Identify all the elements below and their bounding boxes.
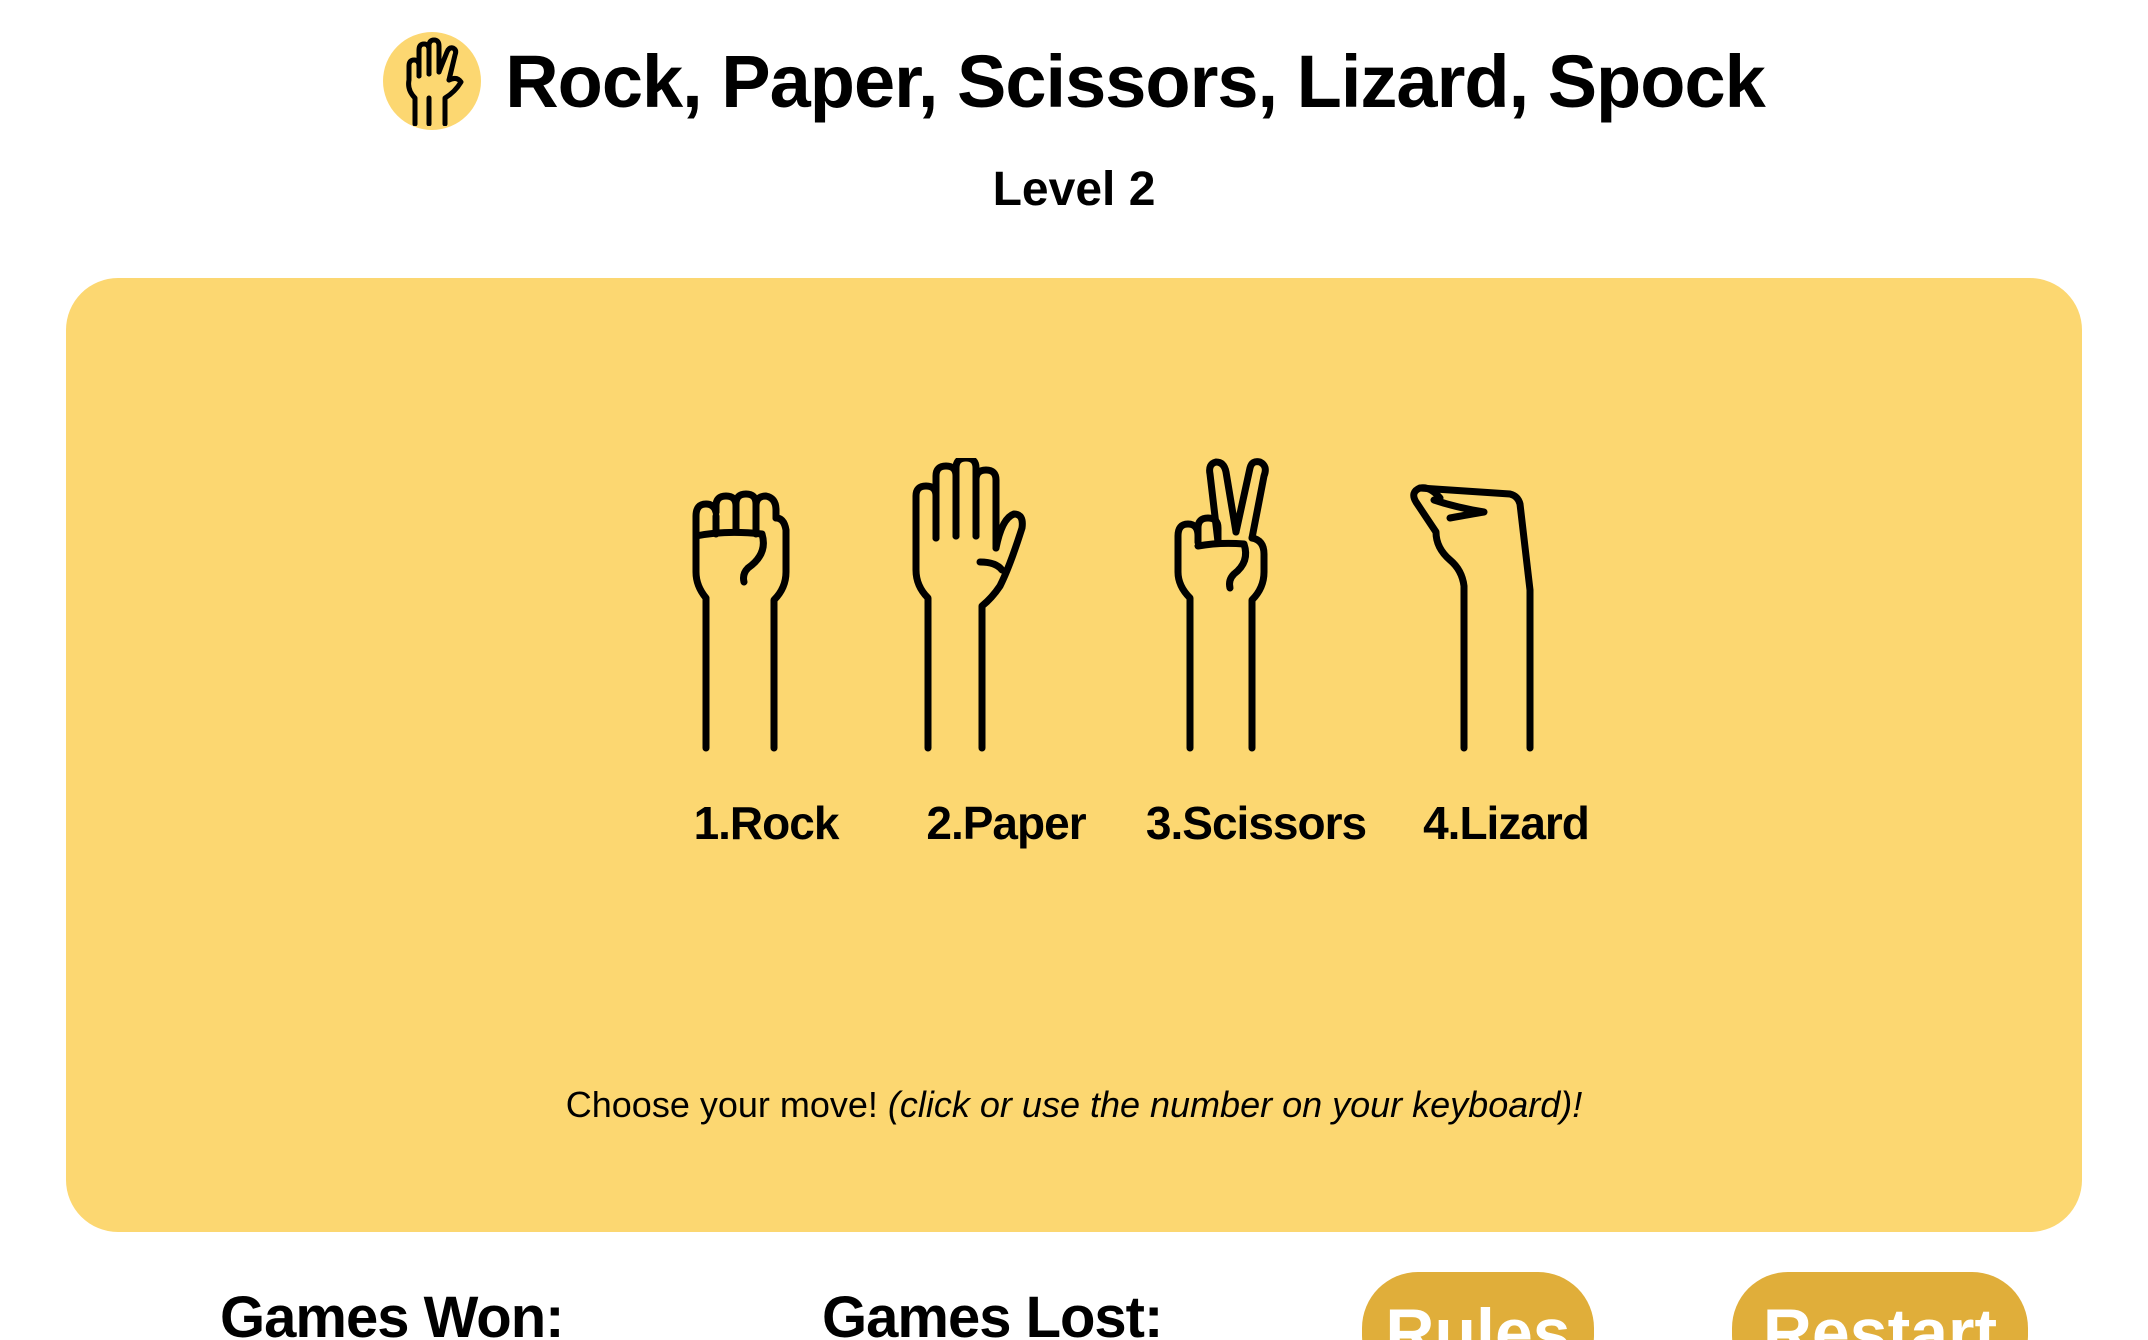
prompt-main-text: Choose your move! xyxy=(565,1084,878,1125)
move-scissors-button[interactable]: 3.Scissors xyxy=(1146,458,1367,868)
page-title: Rock, Paper, Scissors, Lizard, Spock xyxy=(505,39,1766,123)
move-rock-label: 1.Rock xyxy=(693,797,840,849)
scissors-hand-icon xyxy=(1174,458,1269,752)
move-paper-button[interactable]: 2.Paper xyxy=(906,458,1106,868)
level-indicator: Level 2 xyxy=(992,163,1156,216)
move-lizard-button[interactable]: 4.Lizard xyxy=(1406,458,1606,868)
spock-hand-logo-icon xyxy=(383,32,482,130)
move-lizard-label: 4.Lizard xyxy=(1423,797,1590,849)
rules-button[interactable]: Rules xyxy=(1362,1272,1594,1340)
move-prompt: Choose your move! (click or use the numb… xyxy=(66,1084,2082,1126)
move-paper-label: 2.Paper xyxy=(926,797,1086,849)
game-page: Rock, Paper, Scissors, Lizard, Spock Lev… xyxy=(0,0,2148,1340)
move-rock-button[interactable]: 1.Rock xyxy=(666,458,866,868)
game-board: 1.Rock 2.Paper 3.Scissors 4.Lizard Choos… xyxy=(66,278,2082,1232)
header: Rock, Paper, Scissors, Lizard, Spock xyxy=(0,22,2148,140)
games-won-label: Games Won: xyxy=(220,1285,564,1340)
paper-hand-icon xyxy=(912,458,1026,752)
lizard-hand-icon xyxy=(1410,484,1534,752)
rock-hand-icon xyxy=(692,490,790,752)
restart-button[interactable]: Restart xyxy=(1732,1272,2028,1340)
move-scissors-label: 3.Scissors xyxy=(1145,797,1367,849)
prompt-hint-text: (click or use the number on your keyboar… xyxy=(887,1084,1583,1125)
games-lost-label: Games Lost: xyxy=(822,1285,1163,1340)
move-options: 1.Rock 2.Paper 3.Scissors 4.Lizard xyxy=(66,458,2082,849)
